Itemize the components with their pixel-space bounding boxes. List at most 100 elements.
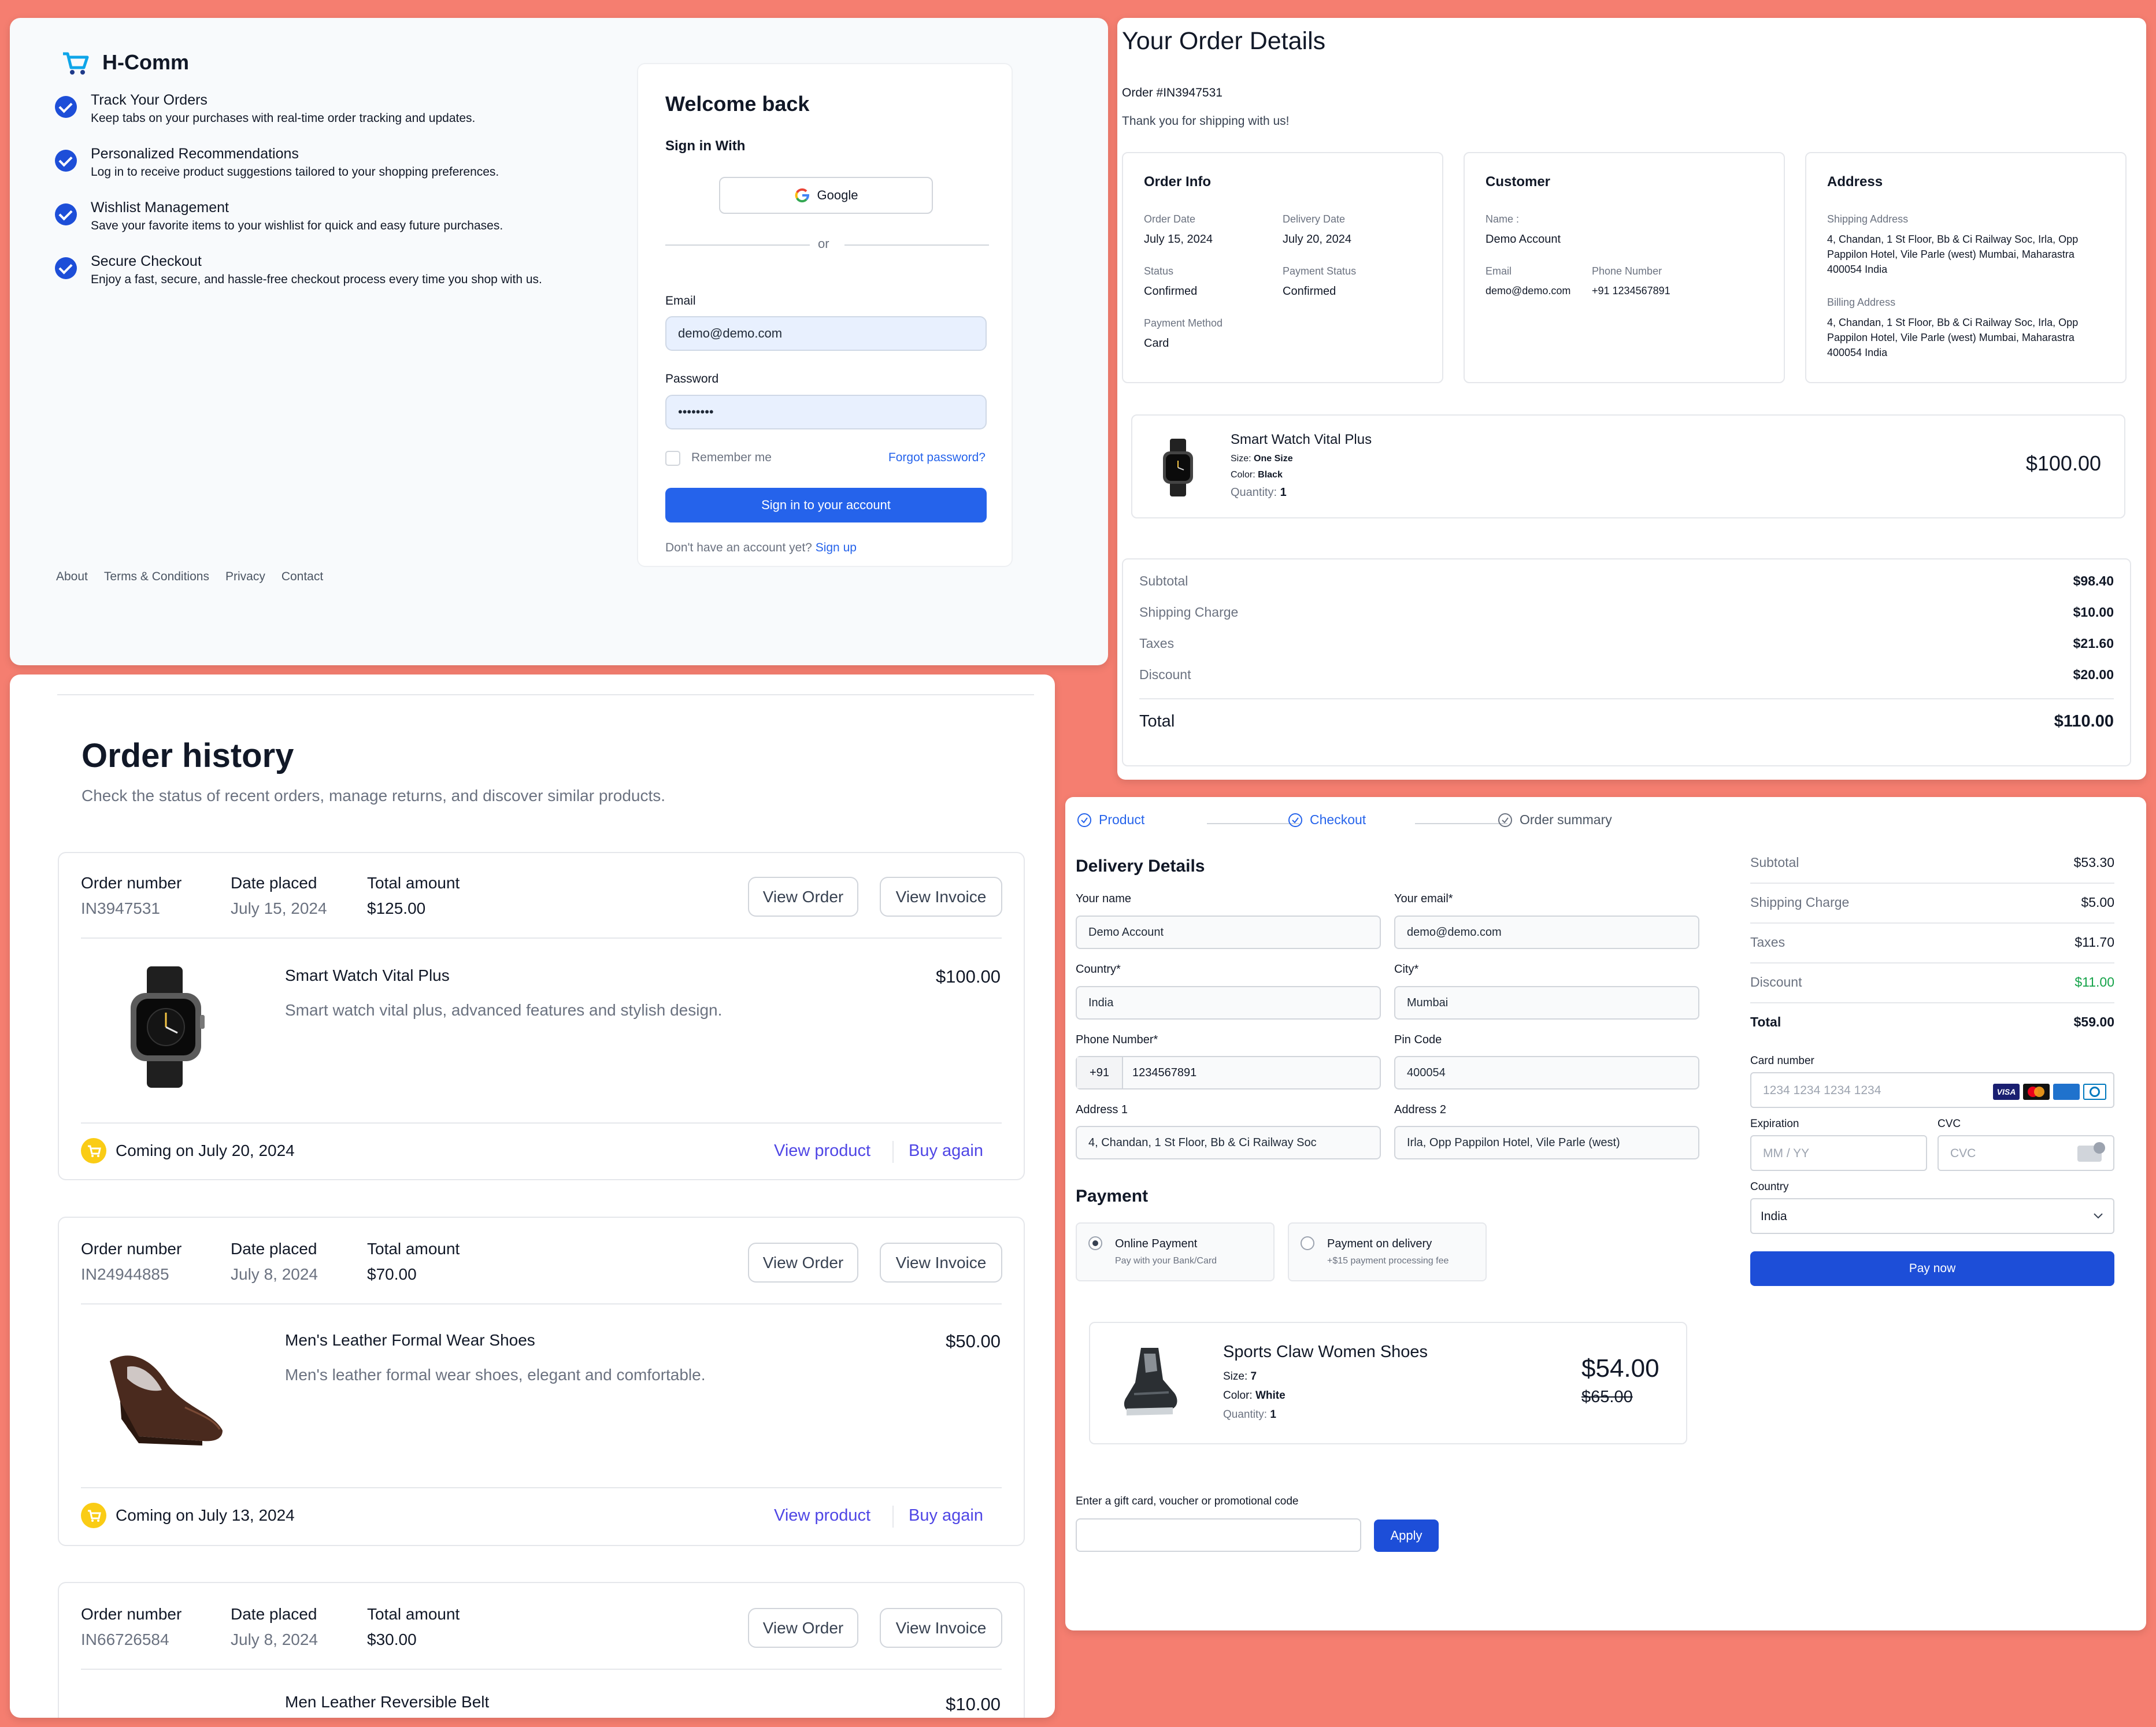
signin-button[interactable]: Sign in to your account <box>665 488 987 522</box>
order-info-heading: Order Info <box>1144 174 1212 190</box>
apply-button[interactable]: Apply <box>1374 1520 1439 1552</box>
phone-code[interactable]: +91 <box>1077 1057 1123 1088</box>
view-product-link[interactable]: View product <box>774 1506 870 1525</box>
view-order-button[interactable]: View Order <box>748 877 858 917</box>
size-value: 7 <box>1250 1370 1257 1383</box>
view-invoice-button[interactable]: View Invoice <box>880 877 1002 917</box>
view-order-button[interactable]: View Order <box>748 1608 858 1648</box>
step-order-summary[interactable]: Order summary <box>1498 812 1612 828</box>
country-label: Country <box>1750 1181 1789 1193</box>
city-input[interactable]: Mumbai <box>1394 986 1699 1020</box>
email-label: Your email* <box>1394 892 1453 905</box>
leather-shoe-image <box>110 1355 223 1446</box>
phone-label: Phone Number* <box>1076 1033 1158 1046</box>
item-qty: Quantity: 1 <box>1231 486 1287 499</box>
order-card: Order number IN24944885 Date placed July… <box>58 1217 1025 1546</box>
qty-value: 1 <box>1270 1409 1276 1421</box>
pin-input[interactable]: 400054 <box>1394 1056 1699 1089</box>
payment-option-delivery[interactable]: Payment on delivery +$15 payment process… <box>1288 1222 1487 1281</box>
view-product-link[interactable]: View product <box>774 1142 870 1161</box>
footer-link-contact[interactable]: Contact <box>281 570 323 584</box>
order-date: July 15, 2024 <box>1144 233 1213 246</box>
welcome-title: Welcome back <box>665 92 810 116</box>
customer-phone-label: Phone Number <box>1592 265 1662 277</box>
promo-input[interactable] <box>1076 1518 1361 1552</box>
pay-now-button[interactable]: Pay now <box>1750 1251 2114 1286</box>
divider-left <box>665 244 810 246</box>
address1-input[interactable]: 4, Chandan, 1 St Floor, Bb & Ci Railway … <box>1076 1126 1381 1159</box>
password-input[interactable]: •••••••• <box>665 395 987 429</box>
checkout-panel: Product Checkout Order summary Delivery … <box>1065 797 2146 1630</box>
order-number-value: IN3947531 <box>81 899 161 917</box>
expiration-input[interactable]: MM / YY <box>1750 1135 1927 1171</box>
address-card: Address Shipping Address 4, Chandan, 1 S… <box>1805 152 2127 383</box>
google-button[interactable]: Google <box>719 177 933 214</box>
feature-desc: Enjoy a fast, secure, and hassle-free ch… <box>91 273 542 286</box>
payment-option-online[interactable]: Online Payment Pay with your Bank/Card <box>1076 1222 1275 1281</box>
signup-link[interactable]: Sign up <box>816 541 857 554</box>
history-title: Order history <box>82 737 294 774</box>
check-icon <box>55 96 77 118</box>
footer-link-terms[interactable]: Terms & Conditions <box>104 570 209 584</box>
col-order-label: Order number <box>81 1605 182 1623</box>
email-input[interactable]: demo@demo.com <box>1394 916 1699 949</box>
radio-unselected[interactable] <box>1301 1236 1314 1250</box>
summary-label: Discount <box>1139 667 1191 682</box>
payment-option-title: Payment on delivery <box>1327 1237 1432 1250</box>
total-value: $125.00 <box>367 899 426 917</box>
step-label: Order summary <box>1520 812 1612 827</box>
payment-option-sub: +$15 payment processing fee <box>1327 1256 1449 1266</box>
address1-label: Address 1 <box>1076 1103 1128 1116</box>
buy-again-link[interactable]: Buy again <box>909 1506 983 1525</box>
step-product[interactable]: Product <box>1077 812 1144 828</box>
delivery-date-label: Delivery Date <box>1283 213 1346 225</box>
card-number-placeholder: 1234 1234 1234 1234 <box>1763 1084 1881 1097</box>
google-label: Google <box>817 188 858 202</box>
view-invoice-button[interactable]: View Invoice <box>880 1608 1002 1648</box>
billing-address-label: Billing Address <box>1827 297 1896 308</box>
address2-input[interactable]: Irla, Opp Pappilon Hotel, Vile Parle (we… <box>1394 1126 1699 1159</box>
remember-checkbox[interactable] <box>665 451 680 466</box>
summary-divider <box>1139 698 2114 699</box>
product-name: Men Leather Reversible Belt <box>285 1693 490 1711</box>
order-divider <box>81 1122 1002 1124</box>
phone-input[interactable]: 1234567891 <box>1123 1057 1196 1088</box>
payment-method-value: Card <box>1144 337 1169 350</box>
footer-link-privacy[interactable]: Privacy <box>225 570 265 584</box>
summary-value: $5.00 <box>2081 895 2114 910</box>
product-name: Men's Leather Formal Wear Shoes <box>285 1331 535 1349</box>
footer-link-about[interactable]: About <box>56 570 88 584</box>
order-card: Order number IN3947531 Date placed July … <box>58 852 1025 1180</box>
login-panel: H-Comm Track Your Orders Keep tabs on yo… <box>10 18 1108 665</box>
feature-title: Track Your Orders <box>91 92 208 108</box>
buy-again-link[interactable]: Buy again <box>909 1142 983 1161</box>
summary-label: Shipping Charge <box>1139 605 1239 620</box>
order-divider <box>81 1303 1002 1304</box>
forgot-password-link[interactable]: Forgot password? <box>888 451 986 465</box>
cvc-label: CVC <box>1938 1118 1961 1130</box>
product-name: Sports Claw Women Shoes <box>1223 1343 1428 1361</box>
thanks-text: Thank you for shipping with us! <box>1122 114 1290 128</box>
card-number-input[interactable]: 1234 1234 1234 1234 VISA <box>1750 1072 2114 1108</box>
view-order-button[interactable]: View Order <box>748 1243 858 1283</box>
step-checkout[interactable]: Checkout <box>1288 812 1366 828</box>
country-select[interactable]: India <box>1750 1198 2114 1234</box>
summary-label: Subtotal <box>1139 573 1188 588</box>
total-value: $59.00 <box>2073 1014 2114 1029</box>
date-value: July 15, 2024 <box>231 899 327 917</box>
check-icon <box>55 203 77 225</box>
promo-label: Enter a gift card, voucher or promotiona… <box>1076 1495 1299 1507</box>
view-invoice-button[interactable]: View Invoice <box>880 1243 1002 1283</box>
name-input[interactable]: Demo Account <box>1076 916 1381 949</box>
email-input[interactable]: demo@demo.com <box>665 316 987 351</box>
link-separator <box>892 1141 894 1163</box>
col-order-label: Order number <box>81 874 182 892</box>
item-size: Size: One Size <box>1231 454 1293 464</box>
footer-links: About Terms & Conditions Privacy Contact <box>56 570 323 584</box>
smartwatch-image <box>131 966 205 1088</box>
summary-value-discount: $11.00 <box>2074 974 2114 989</box>
product-desc: Men's leather formal wear shoes, elegant… <box>285 1366 706 1384</box>
country-input[interactable]: India <box>1076 986 1381 1020</box>
cvc-input[interactable]: CVC <box>1938 1135 2114 1171</box>
radio-selected[interactable] <box>1088 1236 1102 1250</box>
